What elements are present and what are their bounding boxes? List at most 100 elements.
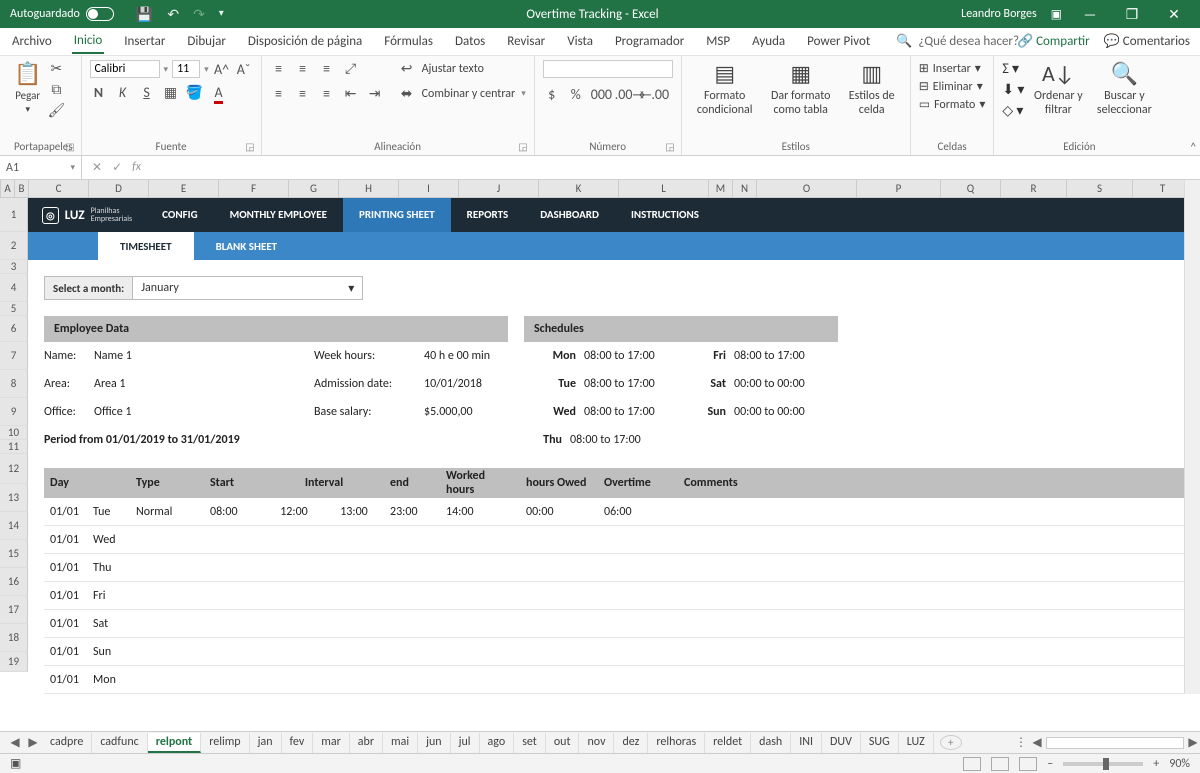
sheet-tab[interactable]: reldet xyxy=(705,733,751,753)
sheet-tab[interactable]: mar xyxy=(313,733,350,753)
scroll-right-icon[interactable]: ▶ xyxy=(1186,735,1200,750)
sheet-tab[interactable]: nov xyxy=(579,733,614,753)
nav-instructions[interactable]: INSTRUCTIONS xyxy=(615,198,715,232)
align-center-icon[interactable]: ≡ xyxy=(294,85,312,102)
find-select-button[interactable]: 🔍Buscar y seleccionar xyxy=(1092,60,1156,117)
month-select[interactable]: January▾ xyxy=(133,276,363,300)
nav-reports[interactable]: REPORTS xyxy=(451,198,525,232)
col-header[interactable]: I xyxy=(399,180,459,197)
sheet-tab[interactable]: relhoras xyxy=(648,733,705,753)
sheet-tab[interactable]: set xyxy=(514,733,546,753)
tab-home[interactable]: Inicio xyxy=(72,29,104,54)
row-header[interactable]: 12 xyxy=(0,454,28,484)
col-header[interactable]: L xyxy=(619,180,709,197)
fx-icon[interactable]: fx xyxy=(132,160,141,175)
align-top-icon[interactable]: ≡ xyxy=(270,60,288,77)
table-row[interactable]: 01/01Thu xyxy=(44,554,1184,582)
subnav-blank-sheet[interactable]: BLANK SHEET xyxy=(194,232,300,260)
tab-msp[interactable]: MSP xyxy=(704,30,732,53)
dec-decimal-icon[interactable]: ←.00 xyxy=(639,86,657,103)
inc-decimal-icon[interactable]: .00→ xyxy=(615,86,633,103)
display-options-icon[interactable]: ▣ xyxy=(1051,7,1062,22)
col-header[interactable]: B xyxy=(15,180,29,197)
sheet-tab[interactable]: ago xyxy=(480,733,515,753)
redo-icon[interactable]: ↷ xyxy=(193,6,205,23)
font-size-input[interactable] xyxy=(172,60,200,78)
col-header[interactable]: O xyxy=(757,180,857,197)
indent-dec-icon[interactable]: ⇤ xyxy=(342,85,360,102)
align-middle-icon[interactable]: ≡ xyxy=(294,60,312,77)
align-right-icon[interactable]: ≡ xyxy=(318,85,336,102)
merge-label[interactable]: Combinar y centrar xyxy=(422,87,516,101)
row-header[interactable]: 16 xyxy=(0,568,28,596)
tab-help[interactable]: Ayuda xyxy=(750,30,787,53)
col-header[interactable]: G xyxy=(289,180,339,197)
table-row[interactable]: 01/01TueNormal08:0012:0013:0023:0014:000… xyxy=(44,498,1184,526)
col-header[interactable]: N xyxy=(733,180,757,197)
tab-review[interactable]: Revisar xyxy=(505,30,547,53)
border-icon[interactable]: ▦ xyxy=(162,84,180,101)
row-header[interactable]: 6 xyxy=(0,316,28,342)
row-header[interactable]: 11 xyxy=(0,440,28,454)
table-row[interactable]: 01/01Wed xyxy=(44,526,1184,554)
cell-styles-button[interactable]: ▥Estilos de celda xyxy=(842,60,902,117)
row-header[interactable]: 14 xyxy=(0,512,28,540)
row-header[interactable]: 4 xyxy=(0,274,28,302)
paste-button[interactable]: 📋 Pegar ▾ xyxy=(14,60,41,115)
row-header[interactable]: 18 xyxy=(0,624,28,652)
subnav-timesheet[interactable]: TIMESHEET xyxy=(98,232,194,260)
qa-more-icon[interactable]: ▾ xyxy=(219,6,224,23)
minimize-button[interactable]: — xyxy=(1076,6,1104,23)
zoom-slider[interactable] xyxy=(1063,762,1143,766)
save-icon[interactable]: 💾 xyxy=(136,6,153,23)
comma-icon[interactable]: 000 xyxy=(591,86,609,103)
cancel-formula-icon[interactable]: ✕ xyxy=(92,160,102,175)
nav-dashboard[interactable]: DASHBOARD xyxy=(524,198,615,232)
col-header[interactable]: S xyxy=(1067,180,1133,197)
sheet-tab[interactable]: fev xyxy=(282,733,314,753)
tab-powerpivot[interactable]: Power Pivot xyxy=(805,30,872,53)
macro-record-icon[interactable]: ▣ xyxy=(10,756,21,771)
orientation-icon[interactable]: ⤢ xyxy=(342,60,360,77)
clipboard-dialog-icon[interactable]: ◲ xyxy=(65,140,74,153)
align-left-icon[interactable]: ≡ xyxy=(270,85,288,102)
cut-icon[interactable]: ✂ xyxy=(47,60,65,77)
font-dialog-icon[interactable]: ◲ xyxy=(245,140,254,153)
collapse-ribbon-icon[interactable]: ^ xyxy=(1191,140,1196,153)
tab-options-icon[interactable]: ⋮ xyxy=(1012,735,1030,750)
col-header[interactable]: E xyxy=(149,180,219,197)
format-painter-icon[interactable]: 🖌 xyxy=(47,102,65,119)
sheet-nav-next-icon[interactable]: ▶ xyxy=(24,735,42,750)
number-dialog-icon[interactable]: ◲ xyxy=(665,140,674,153)
delete-cells-button[interactable]: ⊟Eliminar ▾ xyxy=(919,78,986,96)
share-button[interactable]: 🔗 Compartir xyxy=(1017,34,1090,49)
zoom-out-icon[interactable]: – xyxy=(1047,757,1053,771)
row-header[interactable]: 17 xyxy=(0,596,28,624)
col-header[interactable]: A xyxy=(1,180,15,197)
format-table-button[interactable]: ▦Dar formato como tabla xyxy=(766,60,836,117)
fill-color-icon[interactable]: 🪣 xyxy=(186,84,204,101)
sheet-tab[interactable]: jun xyxy=(418,733,450,753)
sheet-tab[interactable]: jan xyxy=(250,733,282,753)
sheet-tab[interactable]: LUZ xyxy=(899,733,934,753)
font-name-input[interactable] xyxy=(90,60,160,78)
clear-icon[interactable]: ◇ ▾ xyxy=(1002,102,1024,119)
normal-view-icon[interactable] xyxy=(963,757,981,771)
conditional-format-button[interactable]: ▤Formato condicional xyxy=(690,60,760,117)
col-header[interactable]: K xyxy=(539,180,619,197)
insert-cells-button[interactable]: ⊞Insertar ▾ xyxy=(919,60,986,78)
col-header[interactable]: D xyxy=(89,180,149,197)
sheet-tab[interactable]: DUV xyxy=(822,733,861,753)
col-header[interactable]: M xyxy=(709,180,733,197)
currency-icon[interactable]: $ xyxy=(543,86,561,103)
sheet-tab[interactable]: INI xyxy=(791,733,822,753)
confirm-formula-icon[interactable]: ✓ xyxy=(112,160,122,175)
row-header[interactable]: 9 xyxy=(0,398,28,426)
col-header[interactable]: F xyxy=(219,180,289,197)
tab-file[interactable]: Archivo xyxy=(10,30,54,53)
page-layout-view-icon[interactable] xyxy=(991,757,1009,771)
underline-icon[interactable]: S xyxy=(138,84,156,101)
sort-filter-button[interactable]: A↓Ordenar y filtrar xyxy=(1030,60,1086,117)
italic-icon[interactable]: K xyxy=(114,84,132,101)
indent-inc-icon[interactable]: ⇥ xyxy=(366,85,384,102)
